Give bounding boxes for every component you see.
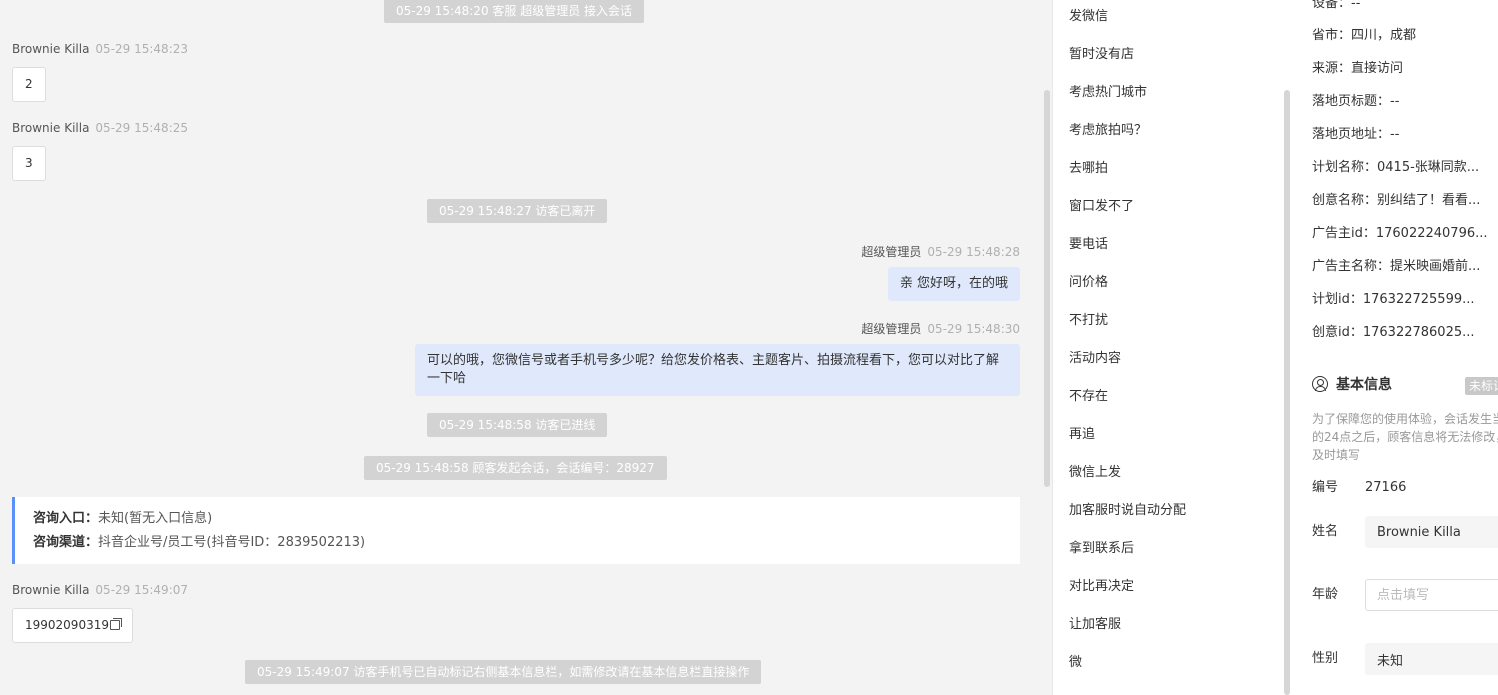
message-meta: 超级管理员 05-29 15:48:30	[861, 320, 1020, 337]
age-label: 年龄	[1312, 587, 1339, 602]
visitor-landing-url: 落地页地址：--	[1312, 127, 1400, 142]
quick-reply-scrollbar[interactable]	[1284, 90, 1290, 695]
quick-reply-item[interactable]: 微	[1069, 653, 1082, 673]
basic-info-note: 为了保障您的使用体验，会话发生当天 的24点之后，顾客信息将无法修改，请 及时填…	[1312, 412, 1498, 462]
consult-channel-label: 咨询渠道：	[33, 535, 99, 550]
message-time: 05-29 15:48:23	[95, 42, 188, 56]
consult-entry-value: 未知(暂无入口信息)	[98, 511, 213, 526]
quick-reply-item[interactable]: 再追	[1069, 425, 1095, 445]
system-message: 05-29 15:48:58 顾客发起会话，会话编号：28927	[364, 456, 667, 480]
visitor-region: 省市：四川，成都	[1312, 28, 1417, 43]
phone-number-text: 19902090319	[25, 618, 109, 632]
visitor-plan-id: 计划id：176322725599...	[1312, 292, 1475, 307]
message-time: 05-29 15:48:30	[927, 322, 1020, 336]
quick-reply-item[interactable]: 要电话	[1069, 235, 1108, 255]
name-label: 姓名	[1312, 524, 1339, 539]
unmarked-tag-button[interactable]: 未标记	[1465, 377, 1498, 395]
consult-channel-value: 抖音企业号/员工号(抖音号ID：2839502213)	[98, 535, 366, 550]
message-meta: 超级管理员 05-29 15:48:28	[861, 243, 1020, 260]
message-meta: Brownie Killa 05-29 15:49:07	[12, 583, 188, 597]
quick-reply-item[interactable]: 去哪拍	[1069, 159, 1108, 179]
consult-channel-row: 咨询渠道：抖音企业号/员工号(抖音号ID：2839502213)	[33, 531, 1002, 555]
gender-label: 性别	[1312, 651, 1339, 666]
consult-entry-label: 咨询入口：	[33, 511, 99, 526]
visitor-message-bubble: 3	[12, 146, 46, 181]
sender-name: Brownie Killa	[12, 42, 90, 56]
visitor-plan-name: 计划名称：0415-张琳同款...	[1312, 160, 1480, 175]
visitor-message-bubble: 19902090319	[12, 608, 133, 643]
quick-reply-item[interactable]: 不打扰	[1069, 311, 1108, 331]
consult-entry-row: 咨询入口：未知(暂无入口信息)	[33, 507, 1002, 531]
visitor-device: 设备：--	[1312, 0, 1361, 11]
sender-name: 超级管理员	[861, 322, 922, 336]
message-time: 05-29 15:48:28	[927, 245, 1020, 259]
basic-info-title-text: 基本信息	[1336, 377, 1392, 393]
quick-reply-item[interactable]: 活动内容	[1069, 349, 1121, 369]
gender-select[interactable]	[1365, 643, 1498, 675]
name-input[interactable]	[1365, 516, 1498, 548]
visitor-landing-title: 落地页标题：--	[1312, 94, 1400, 109]
quick-reply-item[interactable]: 加客服时说自动分配	[1069, 501, 1186, 521]
system-message: 05-29 15:48:58 访客已进线	[427, 413, 608, 437]
chat-panel: 05-29 15:48:20 客服 超级管理员 接入会话 Brownie Kil…	[0, 0, 1052, 695]
visitor-info-panel: 设备：-- 省市：四川，成都 来源：直接访问 落地页标题：-- 落地页地址：--…	[1292, 0, 1498, 695]
quick-reply-item[interactable]: 暂时没有店	[1069, 45, 1134, 65]
quick-reply-item[interactable]: 对比再决定	[1069, 577, 1134, 597]
sender-name: Brownie Killa	[12, 583, 90, 597]
quick-reply-panel: 发微信 暂时没有店 考虑热门城市 考虑旅拍吗？ 去哪拍 窗口发不了 要电话 问价…	[1052, 0, 1292, 695]
consult-info-card: 咨询入口：未知(暂无入口信息) 咨询渠道：抖音企业号/员工号(抖音号ID：283…	[12, 497, 1020, 564]
copy-icon[interactable]	[109, 618, 122, 630]
quick-reply-item[interactable]: 考虑热门城市	[1069, 83, 1147, 103]
age-input[interactable]	[1365, 579, 1498, 611]
sender-name: 超级管理员	[861, 245, 922, 259]
basic-info-title: 基本信息	[1312, 375, 1392, 395]
id-label: 编号	[1312, 480, 1339, 495]
user-icon	[1312, 376, 1328, 392]
quick-reply-item[interactable]: 不存在	[1069, 387, 1108, 407]
message-time: 05-29 15:48:25	[95, 121, 188, 135]
visitor-creative-id: 创意id：176322786025...	[1312, 325, 1475, 340]
quick-reply-item[interactable]: 让加客服	[1069, 615, 1121, 635]
message-meta: Brownie Killa 05-29 15:48:25	[12, 121, 188, 135]
quick-reply-item[interactable]: 发微信	[1069, 7, 1108, 27]
message-meta: Brownie Killa 05-29 15:48:23	[12, 42, 188, 56]
system-message: 05-29 15:48:27 访客已离开	[427, 199, 608, 223]
sender-name: Brownie Killa	[12, 121, 90, 135]
chat-scrollbar[interactable]	[1044, 90, 1050, 487]
quick-reply-item[interactable]: 拿到联系后	[1069, 539, 1134, 559]
quick-reply-item[interactable]: 考虑旅拍吗？	[1069, 121, 1147, 141]
message-time: 05-29 15:49:07	[95, 583, 188, 597]
visitor-advertiser-name: 广告主名称：提米映画婚前...	[1312, 259, 1481, 274]
visitor-source: 来源：直接访问	[1312, 61, 1404, 76]
id-value: 27166	[1365, 480, 1407, 495]
agent-message-bubble: 可以的哦，您微信号或者手机号多少呢？给您发价格表、主题客片、拍摄流程看下，您可以…	[415, 344, 1020, 396]
system-message: 05-29 15:49:07 访客手机号已自动标记右侧基本信息栏，如需修改请在基…	[245, 660, 762, 684]
visitor-advertiser-id: 广告主id：176022240796...	[1312, 226, 1488, 241]
visitor-creative-name: 创意名称：别纠结了！看看...	[1312, 193, 1481, 208]
quick-reply-item[interactable]: 微信上发	[1069, 463, 1121, 483]
system-message: 05-29 15:48:20 客服 超级管理员 接入会话	[384, 0, 645, 23]
quick-reply-item[interactable]: 窗口发不了	[1069, 197, 1134, 217]
agent-message-bubble: 亲 您好呀，在的哦	[887, 267, 1020, 301]
visitor-message-bubble: 2	[12, 67, 46, 102]
quick-reply-item[interactable]: 问价格	[1069, 273, 1108, 293]
